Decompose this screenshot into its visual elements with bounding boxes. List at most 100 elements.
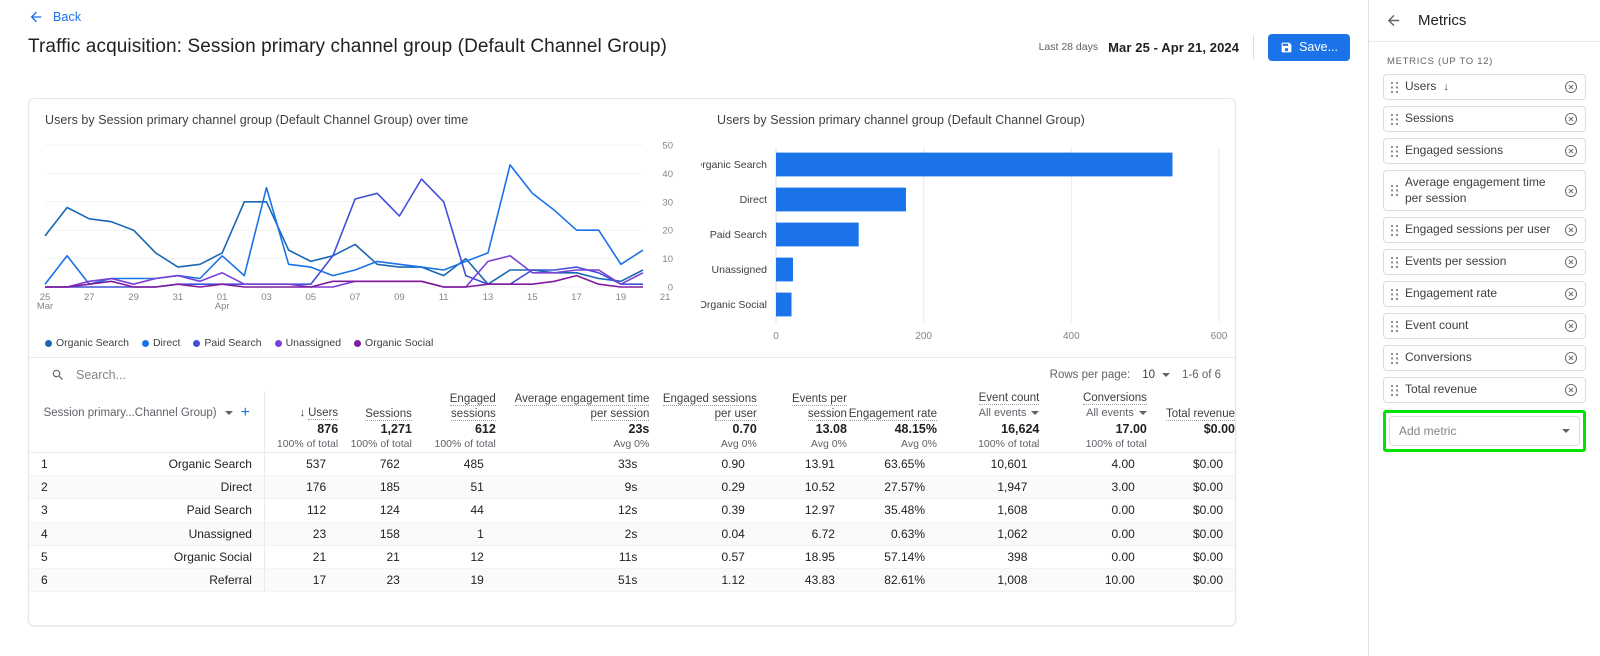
drag-handle-icon[interactable] xyxy=(1390,81,1399,94)
svg-text:20: 20 xyxy=(662,226,673,237)
line-chart[interactable]: 0102030405025Mar27293101Apr0305070911131… xyxy=(29,127,701,342)
svg-text:21: 21 xyxy=(660,292,671,303)
drag-handle-icon[interactable] xyxy=(1390,113,1399,126)
metric-chip[interactable]: Event count xyxy=(1383,313,1586,339)
row-dimension-value[interactable]: Organic Social xyxy=(60,545,265,568)
drag-handle-icon[interactable] xyxy=(1390,224,1399,237)
totals-cell: 876100% of total xyxy=(264,421,338,452)
date-range-value[interactable]: Mar 25 - Apr 21, 2024 xyxy=(1108,40,1239,55)
metric-chip[interactable]: Engagement rate xyxy=(1383,281,1586,307)
remove-metric-icon[interactable] xyxy=(1564,223,1578,237)
back-arrow-icon xyxy=(28,9,44,25)
table-header-cell[interactable]: ConversionsAll events xyxy=(1039,391,1146,421)
row-dimension-value[interactable]: Direct xyxy=(60,476,265,499)
metric-chip[interactable]: Sessions xyxy=(1383,106,1586,132)
row-dimension-value[interactable]: Referral xyxy=(60,568,265,591)
table-header-cell[interactable]: Engaged sessions xyxy=(412,391,496,421)
table-header-dimension: Session primary...Channel Group) + xyxy=(29,391,264,421)
table-row[interactable]: 2Direct176185519s0.2910.5227.57%1,9473.0… xyxy=(29,476,1235,499)
drag-handle-icon[interactable] xyxy=(1390,352,1399,365)
legend-item[interactable]: Unassigned xyxy=(275,337,341,349)
row-metric-cell: 3.00 xyxy=(1039,476,1146,499)
sidebar-back-icon[interactable] xyxy=(1385,12,1402,29)
remove-metric-icon[interactable] xyxy=(1564,319,1578,333)
remove-metric-icon[interactable] xyxy=(1564,80,1578,94)
legend-item[interactable]: Paid Search xyxy=(193,337,261,349)
dimension-label[interactable]: Session primary...Channel Group) xyxy=(44,406,217,420)
table-row[interactable]: 4Unassigned2315812s0.046.720.63%1,0620.0… xyxy=(29,522,1235,545)
chevron-down-icon[interactable] xyxy=(225,411,233,415)
remove-metric-icon[interactable] xyxy=(1564,351,1578,365)
row-index: 3 xyxy=(29,499,60,522)
back-link[interactable]: Back xyxy=(0,0,1368,26)
bar-chart[interactable]: 0200400600Organic SearchDirectPaid Searc… xyxy=(701,127,1236,352)
table-row[interactable]: 3Paid Search1121244412s0.3912.9735.48%1,… xyxy=(29,499,1235,522)
remove-metric-icon[interactable] xyxy=(1564,383,1578,397)
metric-chip[interactable]: Total revenue xyxy=(1383,377,1586,403)
drag-handle-icon[interactable] xyxy=(1390,256,1399,269)
table-row[interactable]: 5Organic Social21211211s0.5718.9557.14%3… xyxy=(29,545,1235,568)
search-input[interactable] xyxy=(74,367,334,383)
row-metric-cell: 17 xyxy=(264,568,338,591)
row-index: 1 xyxy=(29,453,60,476)
row-metric-cell: 1,062 xyxy=(937,522,1039,545)
charts-area: Users by Session primary channel group (… xyxy=(29,99,1235,357)
drag-handle-icon[interactable] xyxy=(1390,384,1399,397)
column-filter-select[interactable]: All events xyxy=(1039,407,1146,421)
row-metric-cell: 63.65% xyxy=(847,453,937,476)
metric-chip[interactable]: Events per session xyxy=(1383,249,1586,275)
legend-item[interactable]: Direct xyxy=(142,337,180,349)
sort-arrow-icon: ↓ xyxy=(300,407,306,419)
column-label: Event count xyxy=(979,392,1040,405)
table-row[interactable]: 6Referral17231951s1.1243.8382.61%1,00810… xyxy=(29,568,1235,591)
remove-metric-icon[interactable] xyxy=(1564,287,1578,301)
add-metric-dropdown[interactable]: Add metric xyxy=(1389,416,1580,446)
legend-item[interactable]: Organic Social xyxy=(354,337,433,349)
sidebar-section-label: METRICS (UP TO 12) xyxy=(1369,42,1600,74)
metric-chip[interactable]: Users↓ xyxy=(1383,74,1586,100)
drag-handle-icon[interactable] xyxy=(1390,184,1399,197)
rows-per-page-select[interactable]: 10 xyxy=(1142,369,1170,381)
remove-metric-icon[interactable] xyxy=(1564,144,1578,158)
svg-text:31: 31 xyxy=(173,292,184,303)
svg-text:03: 03 xyxy=(261,292,272,303)
drag-handle-icon[interactable] xyxy=(1390,145,1399,158)
table-header-cell[interactable]: ↓Users xyxy=(264,391,338,421)
column-filter-select[interactable]: All events xyxy=(937,407,1039,421)
chevron-down-icon xyxy=(1139,411,1147,415)
column-filter-label: All events xyxy=(979,407,1027,419)
drag-handle-icon[interactable] xyxy=(1390,288,1399,301)
totals-cell: 612100% of total xyxy=(412,421,496,452)
table-header-cell[interactable]: Engagement rate xyxy=(847,391,937,421)
svg-text:05: 05 xyxy=(305,292,316,303)
table-row[interactable]: 1Organic Search53776248533s0.9013.9163.6… xyxy=(29,453,1235,476)
remove-metric-icon[interactable] xyxy=(1564,184,1578,198)
page-title: Traffic acquisition: Session primary cha… xyxy=(28,36,667,58)
table-header-cell[interactable]: Event count All events xyxy=(937,391,1039,421)
remove-metric-icon[interactable] xyxy=(1564,255,1578,269)
add-dimension-button[interactable]: + xyxy=(241,405,250,421)
metric-chip[interactable]: Engaged sessions xyxy=(1383,138,1586,164)
row-metric-cell: 0.00 xyxy=(1039,545,1146,568)
table-header-cell[interactable]: Events per session xyxy=(757,391,847,421)
drag-handle-icon[interactable] xyxy=(1390,320,1399,333)
table-header-cell[interactable]: Total revenue xyxy=(1147,391,1235,421)
save-button[interactable]: Save... xyxy=(1268,34,1350,61)
legend-item[interactable]: Organic Search xyxy=(45,337,129,349)
metric-chip[interactable]: Conversions xyxy=(1383,345,1586,371)
table-header-cell[interactable]: Engaged sessions per user xyxy=(649,391,756,421)
row-dimension-value[interactable]: Organic Search xyxy=(60,453,265,476)
title-row: Traffic acquisition: Session primary cha… xyxy=(0,26,1368,68)
row-metric-cell: 57.14% xyxy=(847,545,937,568)
totals-cell: 16,624100% of total xyxy=(937,421,1039,452)
remove-metric-icon[interactable] xyxy=(1564,112,1578,126)
row-dimension-value[interactable]: Paid Search xyxy=(60,499,265,522)
metric-chip[interactable]: Engaged sessions per user xyxy=(1383,217,1586,243)
table-header-cell[interactable]: Sessions xyxy=(338,391,412,421)
search-box[interactable] xyxy=(51,367,334,383)
metric-chip[interactable]: Average engagement time per session xyxy=(1383,170,1586,211)
row-dimension-value[interactable]: Unassigned xyxy=(60,522,265,545)
row-metric-cell: 1.12 xyxy=(649,568,756,591)
svg-text:15: 15 xyxy=(527,292,538,303)
table-header-cell[interactable]: Average engagement time per session xyxy=(496,391,650,421)
